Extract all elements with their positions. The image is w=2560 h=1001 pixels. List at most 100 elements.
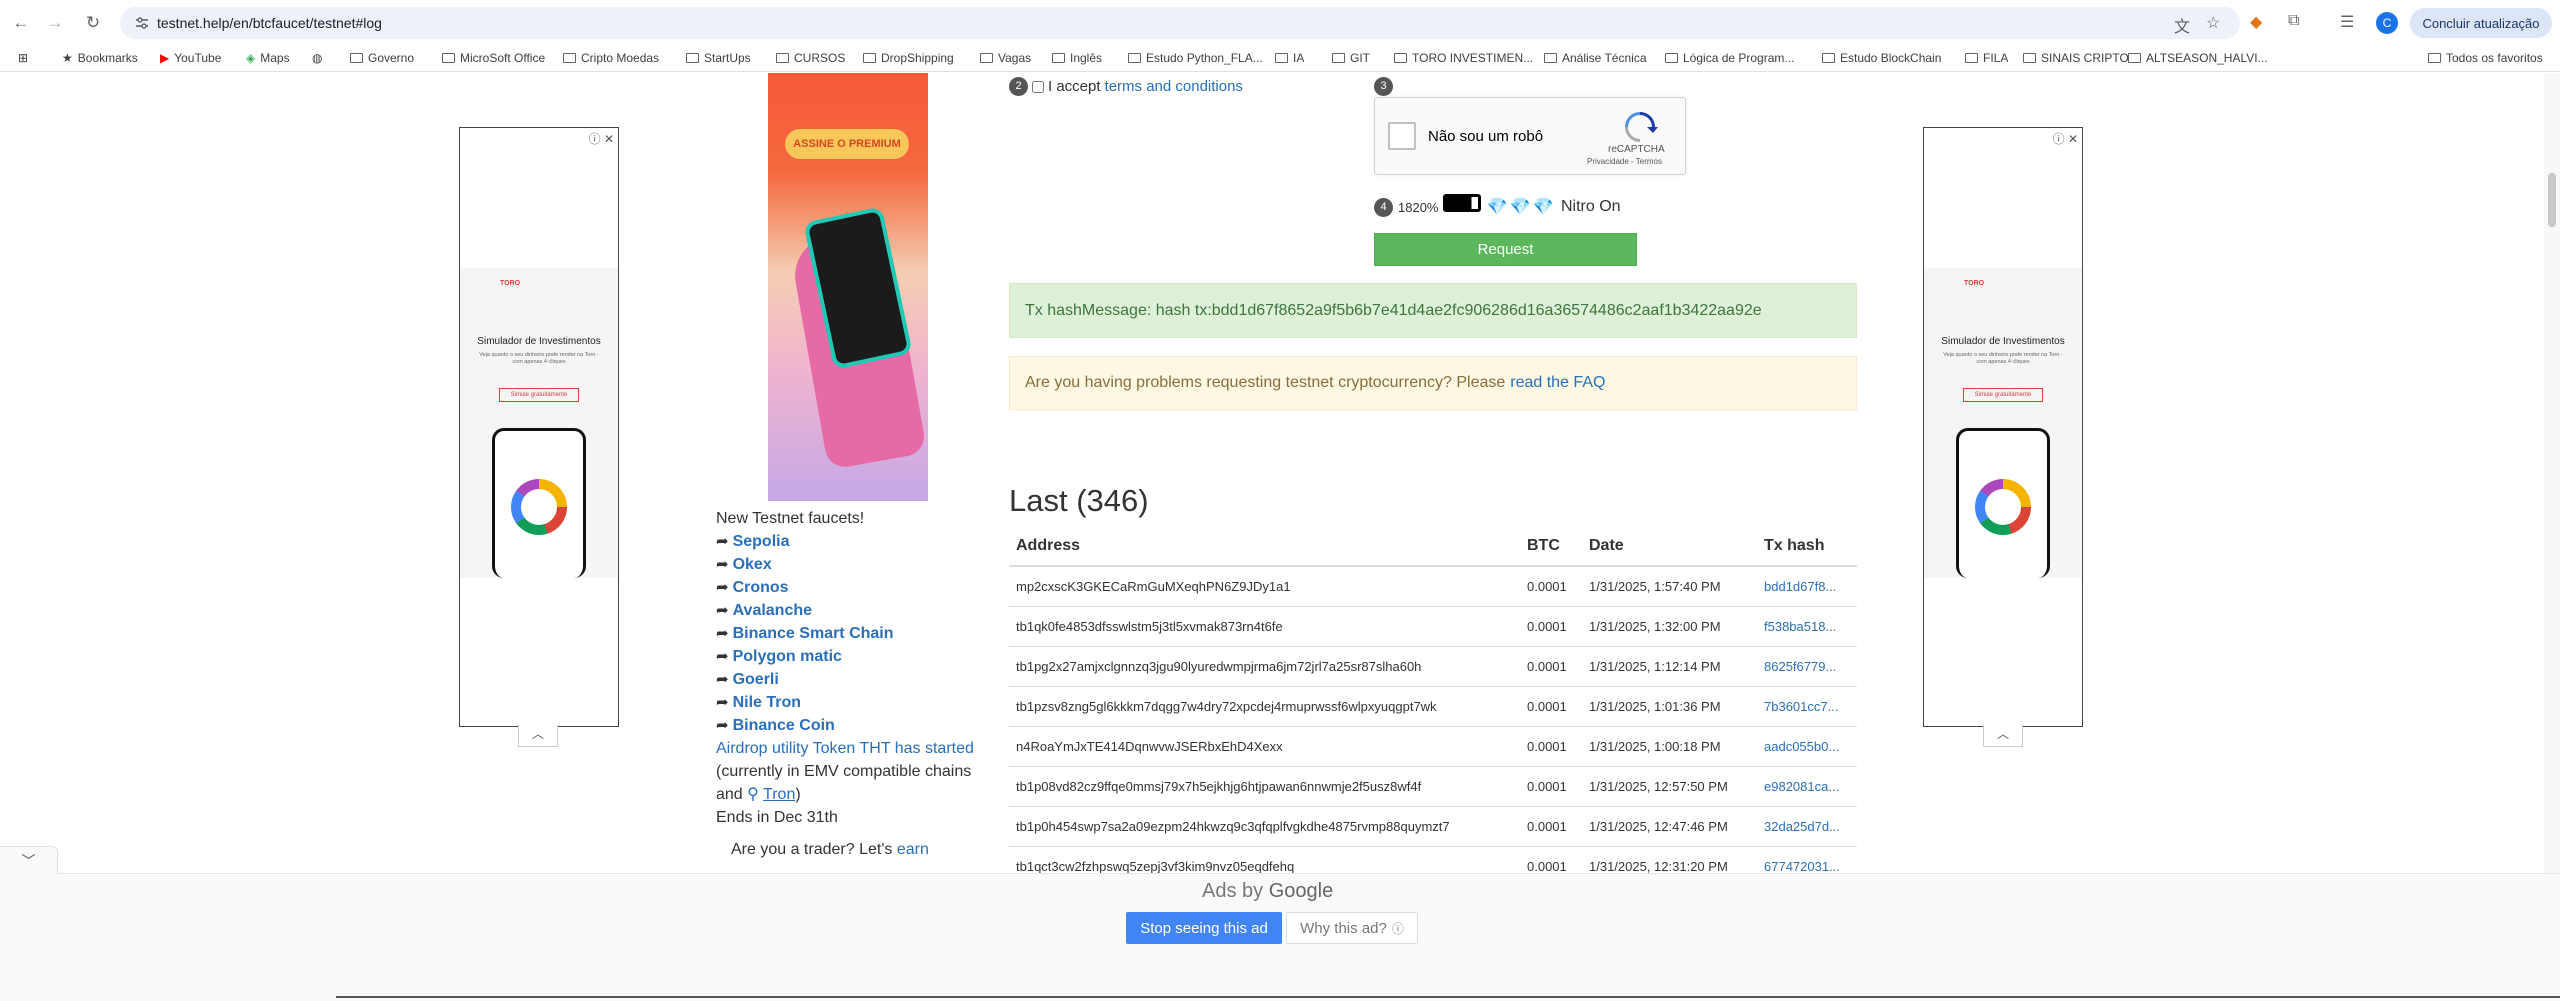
bookmark-item[interactable]: Governo [350,51,414,65]
page-scrollbar[interactable] [2544,73,2560,873]
recaptcha-checkbox[interactable] [1388,122,1416,150]
faucet-link[interactable]: Goerli [733,671,779,688]
ad-info-close-icon[interactable]: ⓘ ✕ [2053,130,2078,147]
ad-subtitle: Veja quanto o seu dinheiro pode render n… [1943,352,2063,365]
btc-cell: 0.0001 [1520,565,1582,606]
tx-hash-link[interactable]: bdd1d67f8... [1757,565,1857,606]
faucet-link[interactable]: Binance Smart Chain [733,625,894,642]
premium-button[interactable]: ASSINE O PREMIUM [785,129,909,159]
stop-seeing-ad-button[interactable]: Stop seeing this ad [1126,912,1282,944]
profile-avatar[interactable]: C [2376,12,2398,34]
bookmark-star-icon[interactable]: ☆ [2206,13,2220,33]
metamask-icon[interactable]: ◆ [2250,12,2262,32]
tx-hash-link[interactable]: f538ba518... [1757,605,1857,646]
bookmark-item[interactable]: StartUps [686,51,751,65]
faq-link[interactable]: read the FAQ [1510,374,1605,392]
bookmark-item[interactable]: Análise Técnica [1544,51,1647,65]
bookmark-item[interactable]: ★ Bookmarks [62,51,138,65]
btc-cell: 0.0001 [1520,805,1582,846]
request-button[interactable]: Request [1374,233,1637,266]
accept-terms-checkbox[interactable] [1032,80,1044,93]
ad-cta-button[interactable]: Simule gratuitamente [499,388,579,402]
recaptcha-brand: reCAPTCHA [1608,144,1665,155]
bookmark-item[interactable]: DropShipping [863,51,954,65]
reload-icon[interactable]: ↻ [80,10,106,36]
left-side-ad[interactable]: ⓘ ✕ TORO Simulador de Investimentos Veja… [459,127,619,727]
chevron-up-icon[interactable]: ︿ [518,725,558,747]
nitro-status: Nitro On [1561,198,1621,215]
bookmark-item[interactable]: IA [1275,51,1304,65]
all-bookmarks[interactable]: Todos os favoritos [2428,51,2543,65]
bookmark-item[interactable]: Estudo Python_FLA... [1128,51,1263,65]
site-info-icon[interactable] [134,15,150,31]
bookmark-item[interactable]: Vagas [980,51,1031,65]
address-cell: tb1p08vd82cz9ffqe0mmsj79x7h5ejkhjg6htjpa… [1009,765,1520,806]
url-text[interactable]: testnet.help/en/btcfaucet/testnet#log [157,15,382,31]
bookmark-item[interactable]: Estudo BlockChain [1822,51,1941,65]
apps-grid-icon[interactable]: ⊞ [18,51,28,65]
donut-chart-image [511,479,567,535]
table-row: tb1p0h454swp7sa2a09ezpm24hkwzq9c3qfqplfv… [1009,805,1857,846]
earn-link[interactable]: earn [897,841,929,858]
tron-link[interactable]: Tron [763,786,795,803]
tx-hash-link[interactable]: 7b3601cc7... [1757,685,1857,726]
folder-icon [686,53,699,63]
tx-hash-link[interactable]: 32da25d7d... [1757,805,1857,846]
right-side-ad[interactable]: ⓘ ✕ TORO Simulador de Investimentos Veja… [1923,127,2083,727]
ad-info-close-icon[interactable]: ⓘ ✕ [589,130,614,147]
ad-creative[interactable]: TORO Simulador de Investimentos Veja qua… [460,268,618,578]
faucet-link[interactable]: Polygon matic [733,648,842,665]
bookmark-item[interactable]: CURSOS [776,51,845,65]
faucet-link[interactable]: Okex [733,556,772,573]
airdrop-link[interactable]: Airdrop utility Token THT has started [716,740,974,757]
tx-hash-link[interactable]: aadc055b0... [1757,725,1857,766]
faucet-link[interactable]: Nile Tron [733,694,801,711]
why-this-ad-button[interactable]: Why this ad? ⓘ [1286,912,1418,944]
bookmark-item[interactable]: Cripto Moedas [563,51,659,65]
update-browser-button[interactable]: Concluir atualização [2410,8,2552,38]
address-cell: tb1pg2x27amjxclgnnzq3jgu90lyuredwmpjrma6… [1009,645,1520,686]
bookmark-item[interactable]: GIT [1332,51,1370,65]
chevron-up-icon[interactable]: ︿ [1983,725,2023,747]
bookmark-item[interactable]: FILA [1965,51,2008,65]
ads-by-google: Ads by Google [1202,880,1333,903]
address-cell: mp2cxscK3GKECaRmGuMXeqhPN6Z9JDy1a1 [1009,565,1520,606]
header-tx-hash: Tx hash [1757,526,1857,567]
recaptcha-privacy[interactable]: Privacidade - Termos [1587,157,1662,166]
faucet-link[interactable]: Cronos [733,579,789,596]
scrollbar-thumb[interactable] [2548,173,2556,227]
faq-alert: Are you having problems requesting testn… [1009,356,1857,410]
faucet-link[interactable]: Binance Coin [733,717,835,734]
bookmark-item[interactable]: Inglês [1052,51,1102,65]
faucet-link[interactable]: Avalanche [733,602,812,619]
bookmark-item[interactable]: ▶ YouTube [160,51,221,65]
bookmark-item[interactable]: TORO INVESTIMEN... [1394,51,1533,65]
chevron-down-icon[interactable]: ﹀ [0,846,58,874]
table-header: Address BTC Date Tx hash [1009,526,1857,567]
tx-hash-link[interactable]: 8625f6779... [1757,645,1857,686]
forward-icon[interactable]: → [42,10,68,36]
bookmark-item[interactable]: SINAIS CRIPTO [2023,51,2129,65]
back-icon[interactable]: ← [8,10,34,36]
bookmark-item[interactable]: ◈ Maps [246,51,290,65]
faucet-link[interactable]: Sepolia [733,533,790,550]
tx-hash-link[interactable]: e982081ca... [1757,765,1857,806]
address-cell: tb1pzsv8zng5gl6kkkm7dqgg7w4dry72xpcdej4r… [1009,685,1520,726]
ad-creative[interactable]: TORO Simulador de Investimentos Veja qua… [1924,268,2082,578]
airdrop-note-close: ) [795,786,801,803]
bookmark-item[interactable]: Lógica de Program... [1665,51,1794,65]
translate-icon[interactable]: ⽂ [2174,13,2190,37]
extensions-icon[interactable]: ⧉ [2288,12,2299,30]
terms-link[interactable]: terms and conditions [1105,78,1243,95]
bookmark-item[interactable]: ALTSEASON_HALVI... [2128,51,2268,65]
tx-hash-link[interactable]: 677472031... [1757,845,1857,873]
bookmark-item[interactable]: MicroSoft Office [442,51,545,65]
share-icon: ➦ [716,625,729,642]
center-ad-banner[interactable]: ASSINE O PREMIUM [768,73,928,501]
ad-cta-button[interactable]: Simule gratuitamente [1963,388,2043,402]
address-bar[interactable]: testnet.help/en/btcfaucet/testnet#log ⽂ … [120,7,2240,39]
bookmark-item[interactable]: ◍ [312,51,322,65]
share-icon: ➦ [716,602,729,619]
table-row: n4RoaYmJxTE414DqnwvwJSERbxEhD4Xexx 0.0001… [1009,725,1857,766]
tab-search-icon[interactable]: ☰ [2340,12,2354,32]
